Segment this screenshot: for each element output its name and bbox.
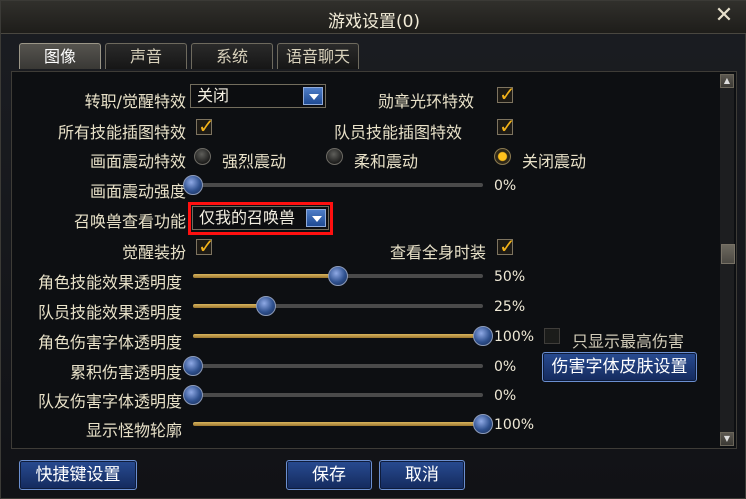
- slider-fill: [193, 274, 338, 278]
- team-skill-cutin-label: 队员技能插图特效: [333, 123, 462, 142]
- chevron-down-icon[interactable]: [306, 209, 326, 227]
- view-full-costume-checkbox[interactable]: [497, 234, 516, 258]
- close-icon[interactable]: ✕: [713, 5, 735, 27]
- slider-track: [193, 183, 483, 187]
- settings-window: 游戏设置(0) ✕ 图像 声音 系统 语音聊天 ▲ ▼ 转职/觉醒特效 关闭 勋…: [0, 0, 746, 499]
- slider-fill: [193, 334, 483, 338]
- ally-damage-font-alpha-value: 0%: [494, 388, 517, 404]
- team-skill-alpha-value: 25%: [494, 299, 526, 315]
- ally-damage-font-alpha-slider[interactable]: [183, 385, 483, 405]
- all-skill-cutin-checkbox[interactable]: [196, 114, 215, 138]
- job-awaken-effect-label: 转职/觉醒特效: [84, 92, 186, 111]
- accum-damage-alpha-slider[interactable]: [183, 356, 483, 376]
- tab-voice-chat[interactable]: 语音聊天: [277, 43, 359, 69]
- char-damage-font-alpha-slider[interactable]: [193, 326, 493, 346]
- scrollbar-thumb[interactable]: [721, 244, 735, 264]
- settings-panel: ▲ ▼ 转职/觉醒特效 关闭 勋章光环特效 所有技能插图特效 队员技能插图特效 …: [11, 71, 737, 449]
- summon-view-select[interactable]: 仅我的召唤兽: [192, 206, 329, 230]
- team-skill-cutin-checkbox[interactable]: [497, 114, 516, 138]
- screen-shake-soft-label: 柔和震动: [354, 152, 419, 171]
- tab-image[interactable]: 图像: [19, 43, 101, 69]
- damage-font-skin-button[interactable]: 伤害字体皮肤设置: [542, 352, 697, 382]
- monster-outline-slider[interactable]: [193, 414, 493, 434]
- screen-shake-label: 画面震动特效: [89, 152, 186, 171]
- vertical-scrollbar[interactable]: ▲ ▼: [720, 74, 735, 446]
- job-awaken-effect-value: 关闭: [197, 86, 230, 105]
- slider-knob[interactable]: [328, 266, 348, 286]
- screen-shake-off-label: 关闭震动: [522, 152, 587, 171]
- scroll-down-icon[interactable]: ▼: [720, 432, 734, 446]
- slider-knob[interactable]: [473, 326, 493, 346]
- shortcut-settings-button[interactable]: 快捷键设置: [19, 460, 137, 490]
- slider-track: [193, 364, 483, 368]
- screen-shake-strength-slider[interactable]: [183, 175, 483, 195]
- summon-view-value: 仅我的召唤兽: [199, 208, 296, 227]
- monster-outline-label: 显示怪物轮廓: [85, 421, 182, 440]
- tab-system[interactable]: 系统: [191, 43, 273, 69]
- accum-damage-alpha-value: 0%: [494, 359, 517, 375]
- title-bar[interactable]: 游戏设置(0) ✕: [1, 1, 746, 34]
- screen-shake-strong-label: 强烈震动: [222, 152, 287, 171]
- screen-shake-strength-label: 画面震动强度: [89, 182, 186, 201]
- show-max-damage-only-checkbox[interactable]: [544, 328, 560, 344]
- medal-ring-effect-label: 勋章光环特效: [377, 92, 474, 111]
- char-damage-font-alpha-value: 100%: [494, 329, 535, 345]
- awaken-costume-checkbox[interactable]: [196, 234, 215, 258]
- char-skill-alpha-label: 角色技能效果透明度: [37, 273, 182, 292]
- slider-track: [193, 393, 483, 397]
- medal-ring-effect-checkbox[interactable]: [497, 82, 516, 106]
- team-skill-alpha-label: 队员技能效果透明度: [37, 303, 182, 322]
- slider-knob[interactable]: [183, 356, 203, 376]
- screen-shake-strength-value: 0%: [494, 178, 517, 194]
- show-max-damage-only-label: 只显示最高伤害: [572, 332, 685, 351]
- screen-shake-off-radio[interactable]: [494, 148, 511, 165]
- slider-knob[interactable]: [255, 296, 276, 316]
- slider-fill: [193, 422, 483, 426]
- scroll-up-icon[interactable]: ▲: [720, 74, 734, 88]
- job-awaken-effect-select[interactable]: 关闭: [190, 84, 326, 108]
- all-skill-cutin-label: 所有技能插图特效: [57, 123, 186, 142]
- team-skill-alpha-slider[interactable]: [193, 296, 483, 316]
- slider-knob[interactable]: [183, 175, 203, 195]
- cancel-button[interactable]: 取消: [379, 460, 465, 490]
- window-title: 游戏设置(0): [327, 12, 421, 32]
- view-full-costume-label: 查看全身时装: [389, 243, 486, 262]
- accum-damage-alpha-label: 累积伤害透明度: [69, 363, 182, 382]
- summon-view-label: 召唤兽查看功能: [73, 212, 186, 231]
- ally-damage-font-alpha-label: 队友伤害字体透明度: [37, 392, 182, 411]
- slider-knob[interactable]: [473, 414, 493, 434]
- slider-knob[interactable]: [183, 385, 203, 405]
- char-damage-font-alpha-label: 角色伤害字体透明度: [37, 333, 182, 352]
- tab-bar: 图像 声音 系统 语音聊天: [19, 43, 359, 71]
- screen-shake-soft-radio[interactable]: [326, 148, 343, 165]
- chevron-down-icon[interactable]: [303, 87, 323, 105]
- awaken-costume-label: 觉醒装扮: [121, 243, 186, 262]
- monster-outline-value: 100%: [494, 417, 535, 433]
- char-skill-alpha-value: 50%: [494, 269, 526, 285]
- tab-sound[interactable]: 声音: [105, 43, 187, 69]
- screen-shake-strong-radio[interactable]: [194, 148, 211, 165]
- char-skill-alpha-slider[interactable]: [193, 266, 483, 286]
- slider-fill: [193, 304, 266, 308]
- save-button[interactable]: 保存: [286, 460, 372, 490]
